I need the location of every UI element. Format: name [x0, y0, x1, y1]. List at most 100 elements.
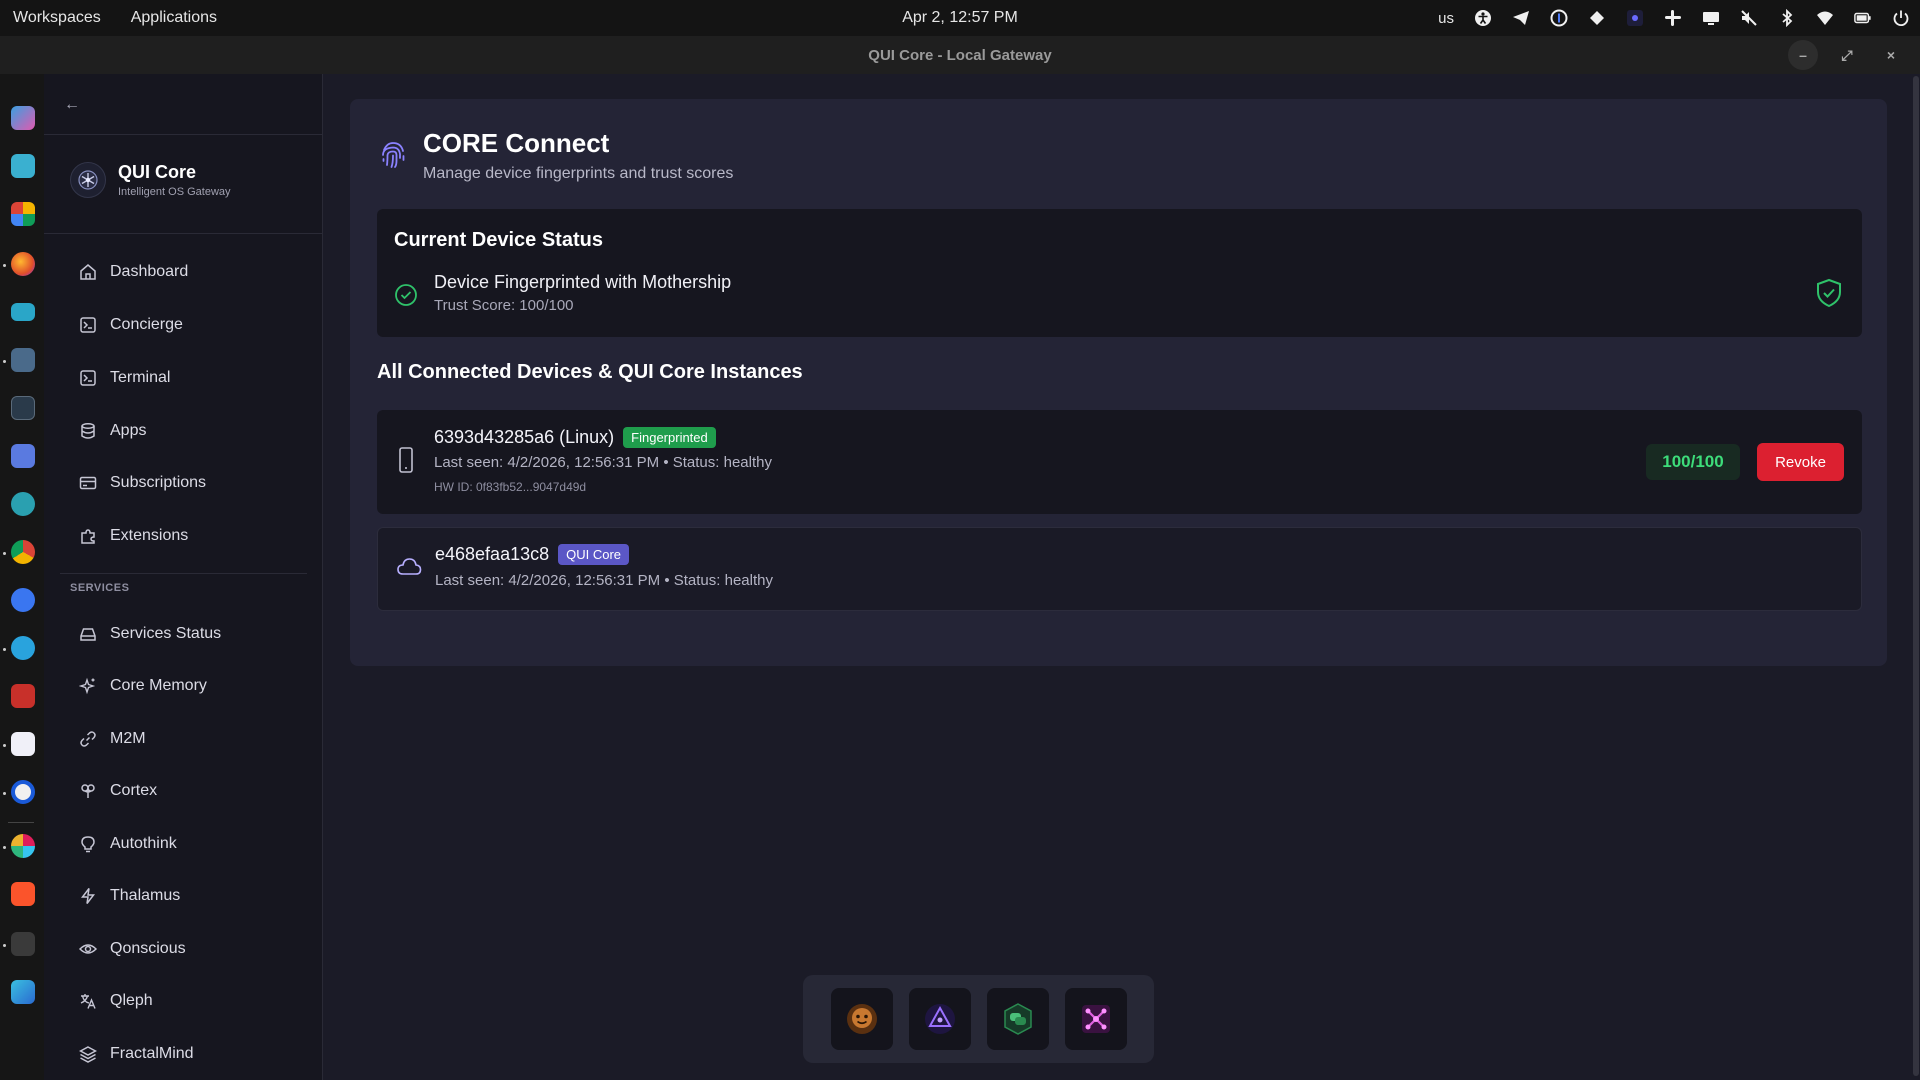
battery-icon[interactable]	[1854, 9, 1872, 27]
cloud-icon	[396, 556, 422, 584]
app-sidebar: ← QUI Core Intelligent OS Gateway Dashbo…	[44, 74, 323, 1080]
signal-icon[interactable]	[11, 588, 35, 612]
card-icon	[78, 473, 98, 493]
device-last-seen: Last seen: 4/2/2026, 12:56:31 PM • Statu…	[434, 454, 772, 471]
triangle-app-icon	[924, 1004, 955, 1034]
device-row[interactable]: 6393d43285a6 (Linux) Fingerprinted Last …	[377, 410, 1862, 514]
nav-cortex-label: Cortex	[110, 782, 158, 799]
power-icon[interactable]	[1892, 9, 1910, 27]
nav-qleph[interactable]: Qleph	[78, 984, 153, 1018]
nav-autothink-label: Autothink	[110, 835, 177, 852]
terminal-box-icon	[78, 315, 98, 335]
slack-icon[interactable]	[1664, 9, 1682, 27]
minimize-button[interactable]: –	[1788, 40, 1818, 70]
system-tray: us	[1438, 0, 1910, 36]
cursor-icon[interactable]	[11, 492, 35, 516]
nav-terminal-label: Terminal	[110, 369, 171, 386]
dashboard-app-icon[interactable]	[11, 154, 35, 178]
database-icon	[78, 421, 98, 441]
nav-qonscious[interactable]: Qonscious	[78, 932, 186, 966]
check-circle-icon	[394, 283, 418, 307]
fingerprinted-badge: Fingerprinted	[623, 427, 716, 448]
maximize-button[interactable]: ⤢	[1832, 40, 1862, 70]
workspaces-menu[interactable]: Workspaces	[13, 9, 101, 27]
close-button[interactable]: ×	[1876, 40, 1906, 70]
chat-app-icon	[1003, 1003, 1032, 1035]
qui-core-badge: QUI Core	[558, 544, 630, 565]
telegram-icon[interactable]	[1512, 9, 1530, 27]
qui-core-logo-icon	[70, 162, 106, 198]
nav-extensions[interactable]: Extensions	[78, 519, 188, 553]
instance-last-seen: Last seen: 4/2/2026, 12:56:31 PM • Statu…	[435, 572, 773, 589]
layers-icon	[78, 1044, 98, 1064]
applications-menu[interactable]: Applications	[131, 9, 217, 27]
device-row[interactable]: e468efaa13c8 QUI Core Last seen: 4/2/202…	[377, 527, 1862, 611]
triangle-app-tile[interactable]	[908, 988, 971, 1050]
app-grid-icon[interactable]	[11, 202, 35, 226]
diamond-icon[interactable]	[1588, 9, 1606, 27]
core-connect-card: CORE Connect Manage device fingerprints …	[350, 99, 1887, 666]
sparkles-icon	[78, 676, 98, 696]
accessibility-icon[interactable]	[1474, 9, 1492, 27]
image-viewer-icon[interactable]	[11, 980, 35, 1004]
password-manager-dock-icon[interactable]	[11, 780, 35, 804]
nav-apps[interactable]: Apps	[78, 414, 146, 448]
main-scrollbar[interactable]	[1912, 74, 1920, 1080]
chrome-icon[interactable]	[11, 540, 35, 564]
nav-core-memory[interactable]: Core Memory	[78, 669, 207, 703]
keyboard-layout-indicator[interactable]: us	[1438, 10, 1454, 27]
chat-app-tile[interactable]	[986, 988, 1049, 1050]
app-indicator-icon[interactable]	[1626, 9, 1644, 27]
nav-dashboard[interactable]: Dashboard	[78, 255, 188, 289]
revoke-button[interactable]: Revoke	[1757, 443, 1844, 481]
files-icon[interactable]	[11, 303, 35, 321]
instance-name: e468efaa13c8	[435, 544, 550, 564]
page-title: CORE Connect	[423, 128, 610, 158]
mail-icon[interactable]	[11, 732, 35, 756]
nav-services-status[interactable]: Services Status	[78, 617, 221, 651]
mute-icon[interactable]	[1740, 9, 1758, 27]
zap-icon	[78, 886, 98, 906]
terminal-icon[interactable]	[11, 396, 35, 420]
languages-icon	[78, 991, 98, 1011]
slack-dock-icon[interactable]	[11, 834, 35, 858]
firefox-icon[interactable]	[11, 252, 35, 276]
nav-services-status-label: Services Status	[110, 625, 222, 642]
device-hw-id: HW ID: 0f83fb52...9047d49d	[434, 480, 587, 494]
shield-check-icon	[1813, 277, 1845, 309]
toolbox-icon[interactable]	[11, 444, 35, 468]
nav-core-memory-label: Core Memory	[110, 677, 207, 694]
window-titlebar[interactable]: QUI Core - Local Gateway – ⤢ ×	[0, 36, 1920, 74]
nav-qonscious-label: Qonscious	[110, 940, 186, 957]
password-manager-icon[interactable]	[1550, 9, 1568, 27]
nav-fractalmind[interactable]: FractalMind	[78, 1037, 194, 1071]
nav-concierge[interactable]: Concierge	[78, 308, 183, 342]
devices-heading: All Connected Devices & QUI Core Instanc…	[377, 361, 803, 383]
link-icon	[78, 729, 98, 749]
nav-autothink[interactable]: Autothink	[78, 827, 177, 861]
back-arrow-icon[interactable]: ←	[64, 96, 80, 114]
nav-cortex[interactable]: Cortex	[78, 774, 157, 808]
terminal-box-icon	[78, 368, 98, 388]
nav-m2m[interactable]: M2M	[78, 722, 146, 756]
device-trust-score: 100/100	[1646, 444, 1740, 480]
bluetooth-icon[interactable]	[1778, 9, 1796, 27]
wifi-icon[interactable]	[1816, 9, 1834, 27]
display-icon[interactable]	[1702, 9, 1720, 27]
settings-icon[interactable]	[11, 932, 35, 956]
network-app-tile[interactable]	[1064, 988, 1127, 1050]
network-app-icon	[1081, 1005, 1110, 1033]
emoji-app-tile[interactable]	[830, 988, 893, 1050]
brave-icon[interactable]	[11, 882, 35, 906]
nav-subscriptions[interactable]: Subscriptions	[78, 466, 206, 500]
nav-terminal[interactable]: Terminal	[78, 361, 170, 395]
nav-thalamus[interactable]: Thalamus	[78, 879, 180, 913]
search-app-icon[interactable]	[11, 106, 35, 130]
brain-icon	[78, 781, 98, 801]
telegram-dock-icon[interactable]	[11, 636, 35, 660]
screen-recorder-icon[interactable]	[11, 684, 35, 708]
text-editor-icon[interactable]	[11, 348, 35, 372]
status-message: Device Fingerprinted with Mothership	[434, 272, 732, 292]
nav-fractalmind-label: FractalMind	[110, 1045, 194, 1062]
nav-dashboard-label: Dashboard	[110, 263, 189, 280]
